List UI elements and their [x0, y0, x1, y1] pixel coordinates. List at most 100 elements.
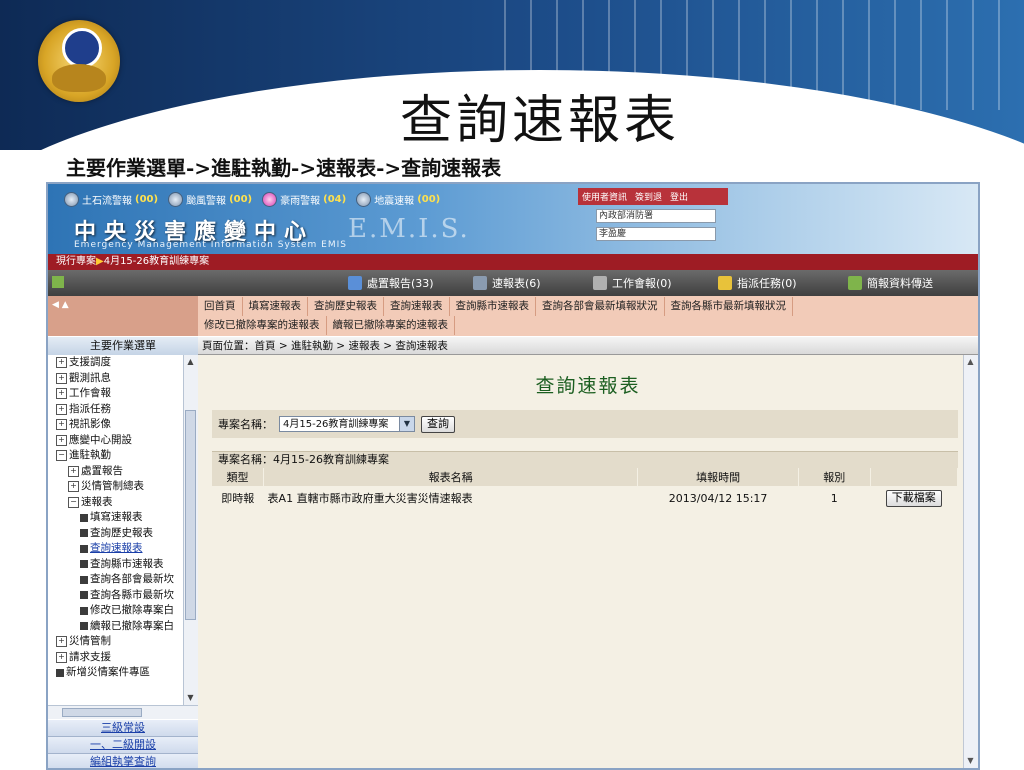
subnav-tab[interactable]: 查詢各部會最新填報狀況: [536, 297, 665, 316]
toolbar-item[interactable]: 速報表(6): [473, 275, 541, 291]
expand-icon[interactable]: +: [56, 651, 67, 663]
report-type-cell: 即時報: [221, 492, 255, 505]
scroll-down-icon[interactable]: ▼: [965, 755, 976, 767]
tree-node-label: 速報表: [81, 495, 113, 508]
alert-count: (04): [323, 194, 347, 205]
subnav-tab[interactable]: 填寫速報表: [243, 297, 308, 316]
scroll-down-icon[interactable]: ▼: [185, 692, 196, 704]
user-link[interactable]: 簽到退: [635, 190, 662, 203]
tree-node[interactable]: + 請求支援: [56, 650, 182, 666]
tree-node[interactable]: + 指派任務: [56, 402, 182, 418]
tree-node[interactable]: + 支援調度: [56, 355, 182, 371]
tree-node[interactable]: + 視訊影像: [56, 417, 182, 433]
toolbar-item[interactable]: 指派任務(0): [718, 275, 797, 291]
user-link[interactable]: 登出: [670, 190, 688, 203]
query-button[interactable]: 查詢: [421, 415, 455, 433]
alert-item[interactable]: 豪雨警報 (04): [262, 192, 346, 207]
filter-bar: 專案名稱： 4月15-26教育訓練專案 ▼ 查詢: [212, 410, 958, 438]
scroll-up-icon[interactable]: ▲: [965, 356, 976, 368]
tree-node[interactable]: 新增災情案件專區: [56, 665, 182, 681]
page-title: 查詢速報表: [535, 375, 641, 397]
emis-screenshot: 土石流警報 (00) 颱風警報 (00) 豪雨警報 (04) 地震速報 (00) 中央災害應變…: [46, 182, 980, 770]
scroll-thumb[interactable]: [185, 410, 196, 620]
tree-node[interactable]: + 工作會報: [56, 386, 182, 402]
alert-item[interactable]: 土石流警報 (00): [64, 192, 158, 207]
download-file-button[interactable]: 下載檔案: [885, 489, 942, 507]
subnav-tab[interactable]: 回首頁: [198, 297, 243, 316]
tree-node[interactable]: 填寫速報表: [56, 510, 182, 526]
main-vertical-scrollbar[interactable]: ▲ ▼: [963, 355, 978, 768]
tree-node[interactable]: + 災情管制總表: [56, 479, 182, 495]
subnav-tab[interactable]: 查詢縣市速報表: [450, 297, 536, 316]
tree-node[interactable]: 續報已撤除專案白: [56, 619, 182, 635]
subnav-collapse[interactable]: ◀ ▲: [48, 296, 198, 336]
alert-row: 土石流警報 (00) 颱風警報 (00) 豪雨警報 (04) 地震速報 (00): [64, 192, 440, 207]
user-link[interactable]: 使用者資訊: [582, 190, 627, 203]
expand-icon[interactable]: +: [56, 419, 67, 431]
collapse-icon[interactable]: −: [68, 496, 79, 508]
tree-node[interactable]: 查詢速報表: [56, 541, 182, 557]
sidebar-link[interactable]: 三級常設: [48, 720, 198, 737]
subnav-row-1: 回首頁 填寫速報表 查詢歷史報表 查詢速報表 查詢縣市速報表 查詢各部會最新填報狀況 查詢各…: [198, 297, 793, 316]
tree-node[interactable]: + 處置報告: [56, 464, 182, 480]
tree-node[interactable]: 查詢各部會最新坎: [56, 572, 182, 588]
tree-node[interactable]: − 進駐執勤: [56, 448, 182, 464]
hscroll-thumb[interactable]: [62, 708, 142, 717]
expand-icon[interactable]: +: [68, 481, 79, 493]
alert-item[interactable]: 地震速報 (00): [356, 192, 440, 207]
slide-title: 查詢速報表: [399, 91, 680, 151]
toolbar: 處置報告(33) 速報表(6) 工作會報(0) 指派任務(0) 簡報資料傳送: [48, 270, 978, 296]
tree-node[interactable]: 修改已撤除專案白: [56, 603, 182, 619]
expand-icon[interactable]: +: [56, 388, 67, 400]
tree-node[interactable]: + 災情管制: [56, 634, 182, 650]
toolbar-item-label: 工作會報(0): [612, 277, 672, 290]
report-seq-cell: 1: [830, 491, 838, 505]
subnav-tab[interactable]: 查詢速報表: [384, 297, 450, 316]
user-name-field[interactable]: 李盈慶: [596, 227, 716, 241]
project-name-label: 專案名稱：: [218, 418, 273, 431]
expand-icon[interactable]: +: [68, 465, 79, 477]
slide-subtitle: 主要作業選單->進駐執勤->速報表->查詢速報表: [66, 156, 502, 180]
toolbar-item[interactable]: 工作會報(0): [593, 275, 672, 291]
tree-node[interactable]: + 觀測訊息: [56, 371, 182, 387]
sidebar-link[interactable]: 一、二級開設: [48, 737, 198, 754]
user-links: 使用者資訊 簽到退 登出: [578, 188, 728, 205]
report-time-cell: 2013/04/12 15:17: [668, 491, 768, 505]
sidebar: + 支援調度 + 觀測訊息 + 工作會報 + 指派任務 + 視訊影像 + 應變中心開設 − 進駐執勤 + 處置…: [48, 355, 198, 705]
toolbar-item[interactable]: 處置報告(33): [348, 275, 434, 291]
collapse-icon[interactable]: −: [56, 450, 67, 462]
expand-icon[interactable]: +: [56, 372, 67, 384]
system-name-en: Emergency Management Information System …: [74, 240, 347, 250]
tree-node[interactable]: − 速報表: [56, 495, 182, 511]
result-section: 專案名稱：4月15-26教育訓練專案 類型 報表名稱 填報時間 報別 即時報 表A1 直…: [212, 451, 958, 510]
expand-icon[interactable]: +: [56, 357, 67, 369]
tree-node-label: 視訊影像: [69, 418, 111, 430]
alert-item[interactable]: 颱風警報 (00): [168, 192, 252, 207]
project-select[interactable]: 4月15-26教育訓練專案 ▼: [279, 416, 415, 432]
sidebar-vertical-scrollbar[interactable]: ▲ ▼: [183, 355, 198, 705]
sub-navigation: 回首頁 填寫速報表 查詢歷史報表 查詢速報表 查詢縣市速報表 查詢各部會最新填報狀況 查詢各…: [198, 296, 978, 336]
toolbar-item[interactable]: 簡報資料傳送: [848, 275, 933, 291]
tree-node-label: 應變中心開設: [69, 433, 132, 446]
expand-icon[interactable]: +: [56, 636, 67, 648]
subnav-tab[interactable]: 續報已撤除專案的速報表: [327, 316, 455, 335]
subnav-tab[interactable]: 修改已撤除專案的速報表: [198, 316, 327, 335]
toolbar-item-icon: [348, 276, 362, 290]
subnav-tab[interactable]: 查詢各縣市最新填報狀況: [665, 297, 793, 316]
tree-node-label: 支援調度: [69, 356, 111, 368]
tree-node[interactable]: 查詢歷史報表: [56, 526, 182, 542]
scroll-up-icon[interactable]: ▲: [185, 356, 196, 368]
tree-node-label: 新增災情案件專區: [66, 666, 150, 678]
chevron-down-icon[interactable]: ▼: [399, 417, 414, 431]
sidebar-horizontal-scrollbar[interactable]: [48, 705, 198, 719]
tree-node[interactable]: 查詢縣市速報表: [56, 557, 182, 573]
toolbar-item-label: 簡報資料傳送: [867, 277, 933, 290]
expand-icon[interactable]: +: [56, 403, 67, 415]
subnav-tab[interactable]: 查詢歷史報表: [308, 297, 384, 316]
user-org-field[interactable]: 內政部消防署: [596, 209, 716, 223]
tree-node[interactable]: 查詢各縣市最新坎: [56, 588, 182, 604]
expand-icon[interactable]: +: [56, 434, 67, 446]
toolbar-menu-icon[interactable]: [52, 276, 64, 288]
tree-node-label: 請求支援: [69, 650, 111, 663]
tree-node[interactable]: + 應變中心開設: [56, 433, 182, 449]
